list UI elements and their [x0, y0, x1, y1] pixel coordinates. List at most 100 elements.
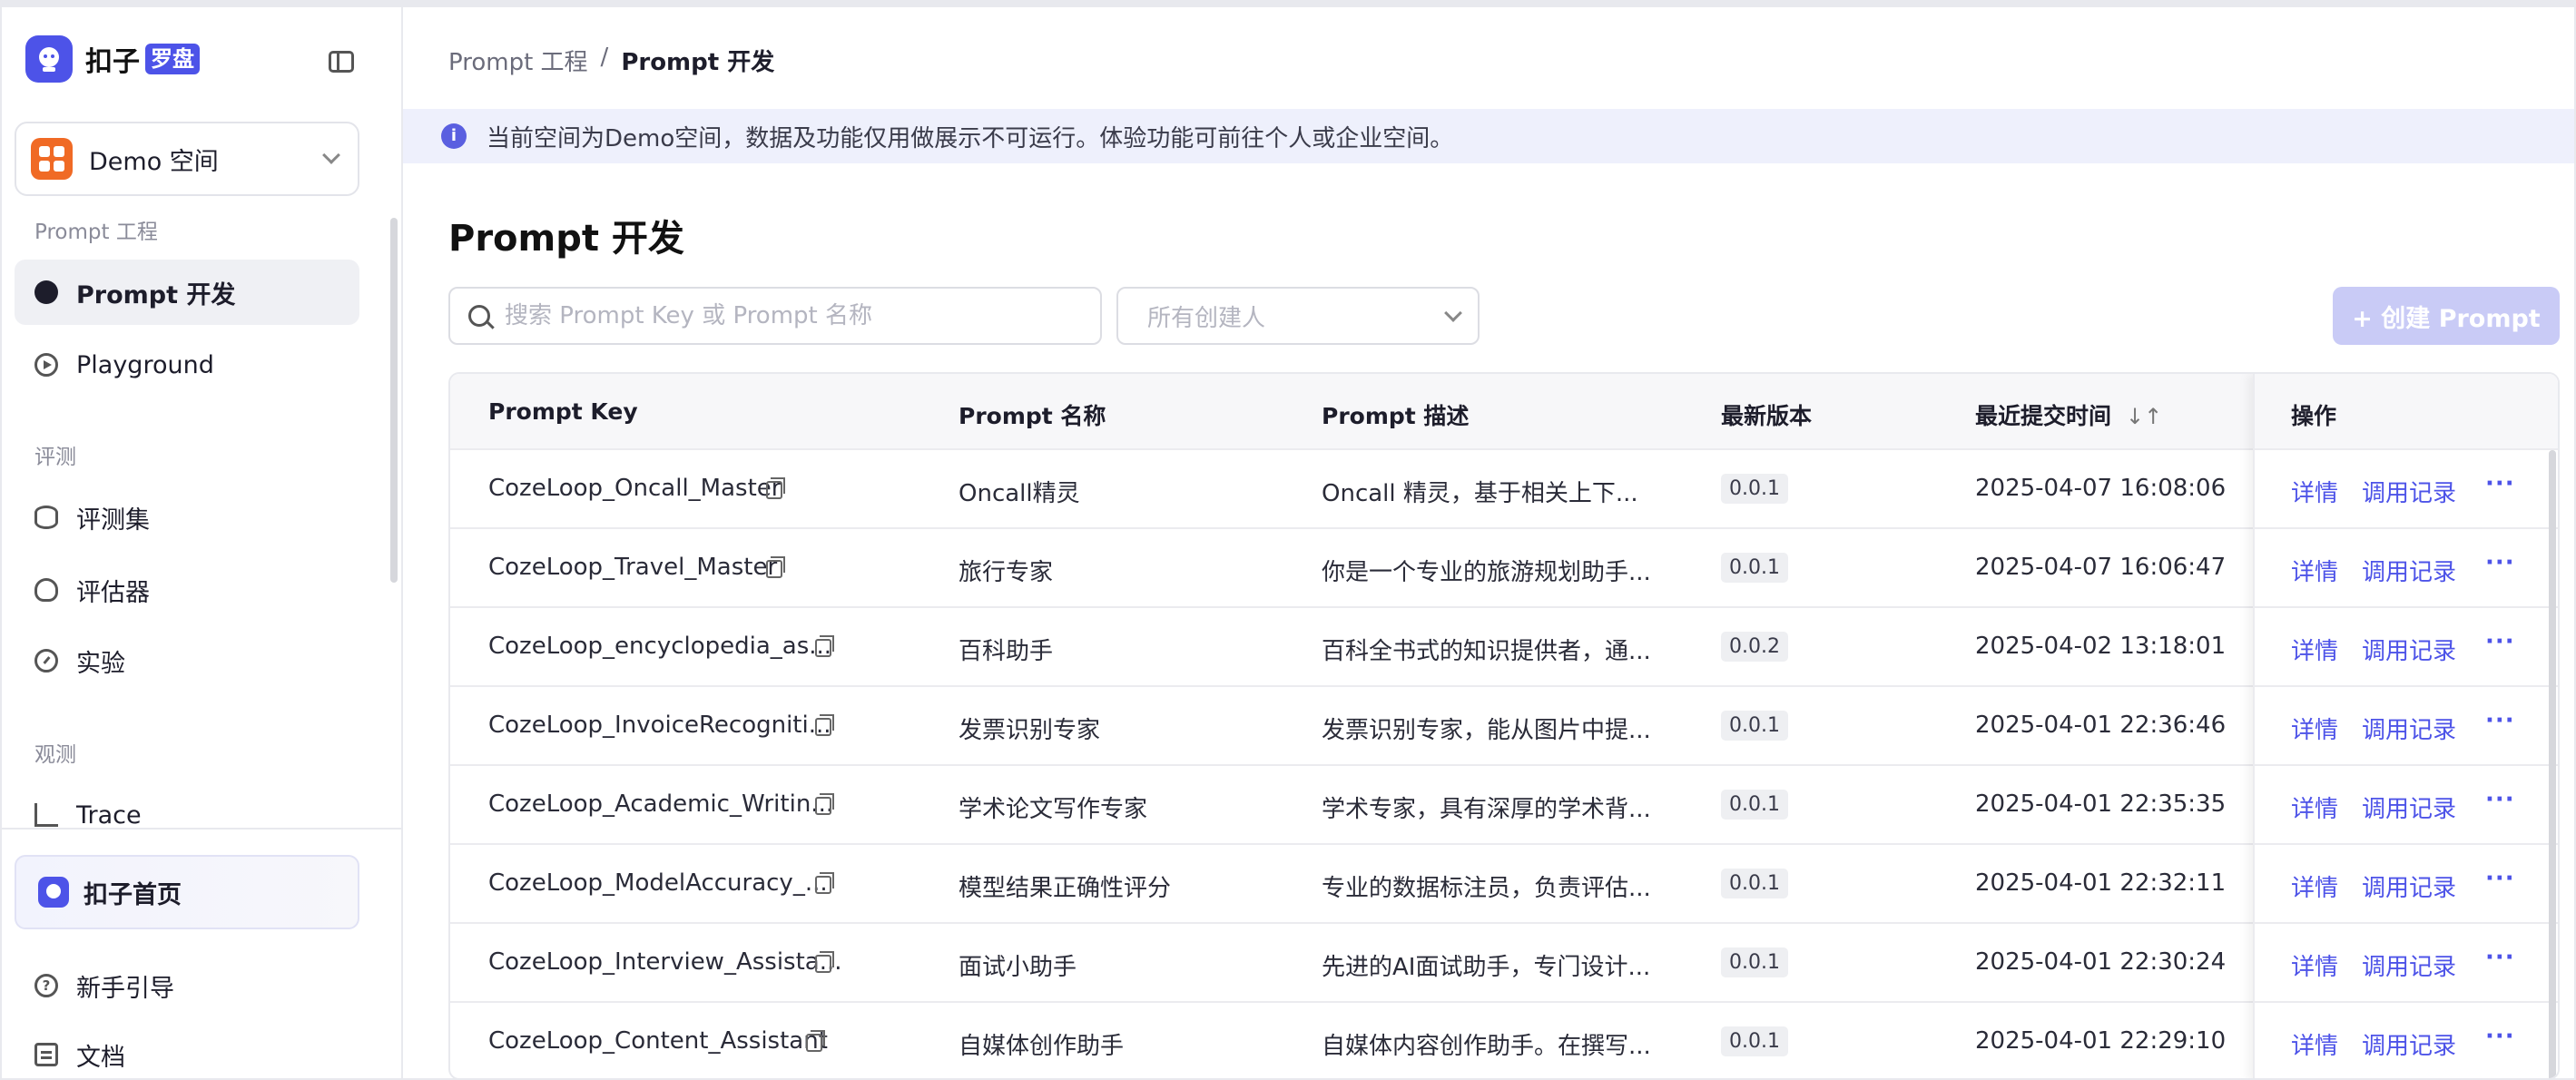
more-icon[interactable]: ··· — [2485, 944, 2515, 971]
more-icon[interactable]: ··· — [2485, 628, 2515, 655]
more-icon[interactable]: ··· — [2485, 865, 2515, 892]
copy-icon[interactable] — [815, 872, 834, 894]
detail-link[interactable]: 详情 — [2291, 633, 2338, 666]
space-selector[interactable]: Demo 空间 — [15, 122, 359, 196]
row-operations: 详情 调用记录 ··· — [2255, 687, 2558, 766]
table-row[interactable]: CozeLoop_Travel_Master 旅行专家 你是一个专业的旅游规划助手.… — [450, 529, 2558, 608]
sort-icon[interactable]: ↓↑ — [2126, 404, 2162, 429]
sidebar-item-docs[interactable]: 文档 — [15, 1022, 359, 1078]
cell-prompt-name: 模型结果正确性评分 — [959, 875, 1172, 902]
call-logs-link[interactable]: 调用记录 — [2362, 869, 2456, 903]
copy-icon[interactable] — [766, 477, 785, 499]
sidebar-item-playground[interactable]: Playground — [15, 332, 359, 398]
cell-prompt-name: 面试小助手 — [959, 954, 1077, 981]
banner-text: 当前空间为Demo空间，数据及功能仅用做展示不可运行。体验功能可前往个人或企业空… — [487, 124, 1454, 152]
section-label-prompt: Prompt 工程 — [34, 221, 158, 244]
copy-icon[interactable] — [815, 793, 834, 815]
sidebar-item-label: 文档 — [76, 1043, 125, 1072]
call-logs-link[interactable]: 调用记录 — [2362, 712, 2456, 745]
call-logs-link[interactable]: 调用记录 — [2362, 790, 2456, 824]
more-icon[interactable]: ··· — [2485, 1023, 2515, 1050]
row-operations: 详情 调用记录 ··· — [2255, 529, 2558, 608]
cell-prompt-name: 发票识别专家 — [959, 717, 1101, 744]
cell-prompt-desc: 百科全书式的知识提供者，通... — [1322, 638, 1651, 665]
create-prompt-button[interactable]: + 创建 Prompt — [2333, 287, 2560, 345]
cell-prompt-name: 自媒体创作助手 — [959, 1033, 1125, 1060]
table-row[interactable]: CozeLoop_encyclopedia_as... 百科助手 百科全书式的知识提… — [450, 608, 2558, 687]
more-icon[interactable]: ··· — [2485, 470, 2515, 497]
search-box[interactable] — [448, 287, 1102, 345]
table-row[interactable]: CozeLoop_InvoiceRecogniti... 发票识别专家 发票识别专家… — [450, 687, 2558, 766]
more-icon[interactable]: ··· — [2485, 707, 2515, 734]
table-row[interactable]: CozeLoop_Academic_Writin... 学术论文写作专家 学术专家，… — [450, 766, 2558, 845]
sidebar-item-label: Playground — [76, 350, 214, 379]
call-logs-link[interactable]: 调用记录 — [2362, 633, 2456, 666]
trace-icon — [34, 803, 58, 827]
cell-prompt-key: CozeLoop_InvoiceRecogniti... — [488, 712, 831, 739]
copy-icon[interactable] — [815, 951, 834, 973]
cell-commit-time: 2025-04-07 16:08:06 — [1975, 475, 2227, 502]
detail-link[interactable]: 详情 — [2291, 869, 2338, 903]
sidebar-item-prompt-dev[interactable]: Prompt 开发 — [15, 260, 359, 325]
call-logs-link[interactable]: 调用记录 — [2362, 554, 2456, 587]
bulb-icon — [34, 578, 58, 602]
version-badge: 0.0.1 — [1721, 869, 1788, 898]
header-prompt-name: Prompt 名称 — [959, 403, 1106, 429]
detail-link[interactable]: 详情 — [2291, 1027, 2338, 1061]
table-row[interactable]: CozeLoop_Oncall_Master Oncall精灵 Oncall 精灵，… — [450, 450, 2558, 529]
sidebar-item-evaluators[interactable]: 评估器 — [15, 557, 359, 623]
version-badge: 0.0.1 — [1721, 474, 1788, 504]
sidebar-item-experiments[interactable]: 实验 — [15, 628, 359, 693]
header-commit-time[interactable]: 最近提交时间 ↓↑ — [1975, 398, 2162, 431]
cell-prompt-desc: 自媒体内容创作助手。在撰写... — [1322, 1033, 1651, 1060]
creator-filter-select[interactable]: 所有创建人 — [1116, 287, 1480, 345]
detail-link[interactable]: 详情 — [2291, 948, 2338, 982]
app-window: 扣子 罗盘 Demo 空间 Prompt 工程 Prompt 开发 Playgr… — [0, 0, 2576, 1080]
version-badge: 0.0.1 — [1721, 1026, 1788, 1056]
more-icon[interactable]: ··· — [2485, 786, 2515, 813]
brand-name: 扣子 — [85, 46, 140, 78]
sidebar-item-guide[interactable]: ? 新手引导 — [15, 953, 359, 1018]
version-badge: 0.0.1 — [1721, 711, 1788, 741]
sidebar-scrollbar[interactable] — [390, 218, 398, 583]
table-row[interactable]: CozeLoop_Content_Assistant 自媒体创作助手 自媒体内容创作… — [450, 1003, 2558, 1078]
detail-link[interactable]: 详情 — [2291, 712, 2338, 745]
brand-logo-icon — [25, 35, 73, 83]
more-icon[interactable]: ··· — [2485, 549, 2515, 576]
call-logs-link[interactable]: 调用记录 — [2362, 948, 2456, 982]
call-logs-link[interactable]: 调用记录 — [2362, 475, 2456, 508]
copy-icon[interactable] — [806, 1030, 825, 1052]
brand-tag: 罗盘 — [145, 44, 200, 74]
sidebar-item-label: 评估器 — [76, 578, 150, 607]
table-row[interactable]: CozeLoop_Interview_Assista... 面试小助手 先进的AI面… — [450, 924, 2558, 1003]
copy-icon[interactable] — [815, 714, 834, 736]
sidebar-item-label: 实验 — [76, 649, 125, 678]
cell-prompt-name: 学术论文写作专家 — [959, 796, 1148, 823]
row-operations: 详情 调用记录 ··· — [2255, 1003, 2558, 1078]
detail-link[interactable]: 详情 — [2291, 554, 2338, 587]
help-icon: ? — [34, 974, 58, 997]
coze-home-link[interactable]: 扣子首页 — [15, 855, 359, 929]
detail-link[interactable]: 详情 — [2291, 475, 2338, 508]
brand[interactable]: 扣子 罗盘 — [25, 34, 200, 83]
copy-icon[interactable] — [766, 556, 785, 578]
cell-prompt-desc: Oncall 精灵，基于相关上下... — [1322, 480, 1638, 507]
table-row[interactable]: CozeLoop_ModelAccuracy_... 模型结果正确性评分 专业的数据… — [450, 845, 2558, 924]
detail-link[interactable]: 详情 — [2291, 790, 2338, 824]
cell-prompt-desc: 你是一个专业的旅游规划助手... — [1322, 559, 1651, 586]
sidebar-collapse-icon[interactable] — [329, 51, 354, 73]
sidebar-bottom: 扣子首页 ? 新手引导 文档 — [2, 828, 401, 1078]
call-logs-link[interactable]: 调用记录 — [2362, 1027, 2456, 1061]
row-operations: 详情 调用记录 ··· — [2255, 924, 2558, 1003]
table-scrollbar[interactable] — [2549, 450, 2556, 1078]
sidebar-item-datasets[interactable]: 评测集 — [15, 485, 359, 550]
coze-home-label: 扣子首页 — [84, 880, 182, 909]
version-badge: 0.0.1 — [1721, 553, 1788, 583]
cell-prompt-key: CozeLoop_Interview_Assista... — [488, 948, 842, 976]
search-input[interactable] — [505, 302, 1086, 329]
cell-commit-time: 2025-04-01 22:30:24 — [1975, 948, 2227, 976]
breadcrumb-parent[interactable]: Prompt 工程 — [448, 44, 588, 77]
demo-space-banner: i 当前空间为Demo空间，数据及功能仅用做展示不可运行。体验功能可前往个人或企… — [403, 109, 2574, 163]
copy-icon[interactable] — [815, 635, 834, 657]
chevron-down-icon — [322, 146, 340, 164]
